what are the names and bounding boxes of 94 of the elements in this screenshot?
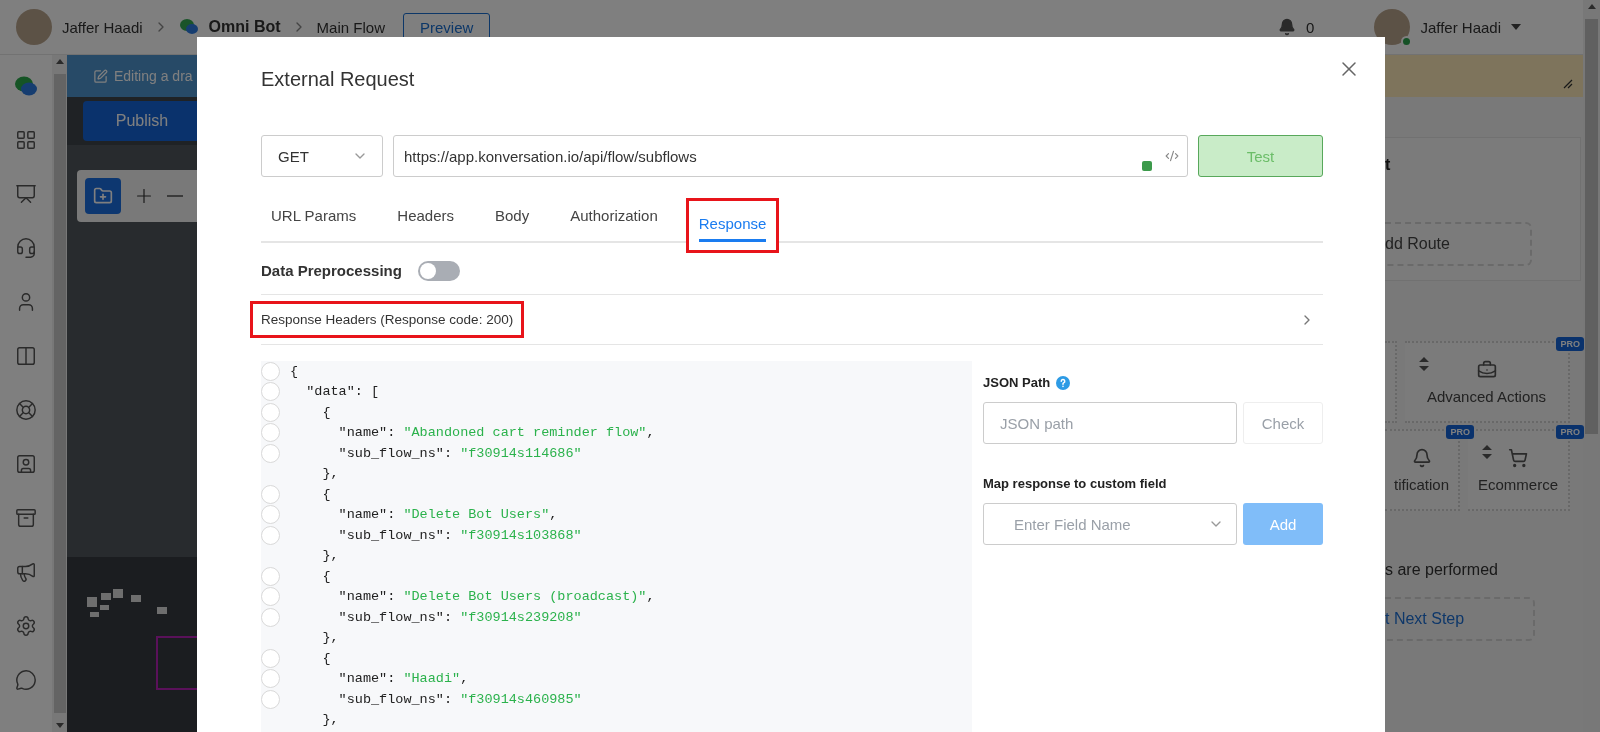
code-line: "data": [ <box>305 384 380 400</box>
code-line: "name": "Abandoned cart reminder flow", <box>337 425 655 441</box>
grid-icon[interactable] <box>15 129 37 151</box>
note-text: s are performed <box>1385 560 1499 580</box>
lifebuoy-icon[interactable] <box>15 399 37 421</box>
json-path-field[interactable]: JSON path <box>983 402 1237 444</box>
check-button[interactable]: Check <box>1243 402 1323 444</box>
chat-bubbles-icon <box>178 18 199 36</box>
fold-marker[interactable] <box>261 587 280 607</box>
scroll-up-icon[interactable] <box>1587 4 1596 9</box>
user-name: Jaffer Haadi <box>62 18 143 36</box>
id-card-icon[interactable] <box>15 453 37 475</box>
chat-bubbles-icon[interactable] <box>14 75 38 97</box>
presentation-chart-icon[interactable] <box>15 183 37 205</box>
code-line: }, <box>321 630 339 646</box>
notification-count: 0 <box>1306 18 1315 36</box>
code-line: "sub_flow_ns": "f30914s460985" <box>337 691 582 707</box>
scroll-down-icon[interactable] <box>55 723 64 728</box>
chat-icon[interactable] <box>15 669 37 691</box>
tile-label: Ecommerce <box>1478 475 1558 493</box>
fold-marker[interactable] <box>261 607 280 627</box>
code-line: { <box>321 404 331 420</box>
columns-icon[interactable] <box>15 345 37 367</box>
code-line: "sub_flow_ns": "f30914s103868" <box>337 527 582 543</box>
bell-icon[interactable] <box>1278 18 1297 36</box>
fold-marker[interactable] <box>261 525 280 545</box>
megaphone-icon[interactable] <box>15 561 37 583</box>
help-icon <box>1056 375 1071 390</box>
fold-marker[interactable] <box>261 566 280 586</box>
code-line: { <box>321 486 331 502</box>
scroll-up-icon[interactable] <box>55 59 64 64</box>
resize-handle-icon <box>1563 79 1573 89</box>
tile-label: Advanced Actions <box>1426 387 1547 405</box>
url-field[interactable]: https://app.konversation.io/api/flow/subflows <box>393 135 1188 177</box>
code-line: "name": "Haadi", <box>337 671 469 687</box>
toggle-switch[interactable] <box>417 260 460 281</box>
edit-icon <box>93 68 108 84</box>
pro-badge: PRO <box>1446 425 1474 439</box>
scrollbar-thumb[interactable] <box>1585 19 1598 434</box>
add-folder-button[interactable] <box>85 178 121 214</box>
response-headers-label: Response Headers (Response code: 200) <box>250 301 525 338</box>
tile-label: tification <box>1394 475 1449 493</box>
code-line: }, <box>321 548 339 564</box>
tab[interactable]: Response <box>685 198 780 253</box>
code-line: "name": "Delete Bot Users", <box>337 507 558 523</box>
fold-marker[interactable] <box>261 505 280 525</box>
draft-text: Editing a dra <box>114 68 193 84</box>
caret-down-icon[interactable] <box>1511 24 1521 30</box>
pro-badge: PRO <box>1556 425 1584 439</box>
action-tile[interactable] <box>1385 341 1397 423</box>
code-line: "sub_flow_ns": "f30914s114686" <box>337 445 582 461</box>
status-indicator <box>1142 161 1152 171</box>
archive-icon[interactable] <box>15 507 37 529</box>
bell-icon <box>1411 447 1432 468</box>
flow-name: Main Flow <box>316 18 385 36</box>
settings-icon[interactable] <box>15 615 37 637</box>
cart-icon <box>1508 447 1528 468</box>
card-heading: t <box>1385 156 1392 174</box>
code-icon <box>1165 149 1179 163</box>
fold-marker[interactable] <box>261 382 280 402</box>
bot-name: Omni Bot <box>208 18 281 36</box>
method-select[interactable]: GET <box>261 135 383 177</box>
folder-plus-icon <box>93 186 113 206</box>
briefcase-icon <box>1476 359 1497 380</box>
map-field-label: Map response to custom field <box>983 476 1167 491</box>
add-button[interactable]: Add <box>1243 503 1323 545</box>
code-line: "name": "Delete Bot Users (broadcast)", <box>337 589 655 605</box>
json-path-label: JSON Path <box>983 375 1051 390</box>
avatar <box>16 9 52 45</box>
sort-arrows-icon <box>1482 445 1492 459</box>
minus-icon <box>167 195 183 197</box>
fold-marker[interactable] <box>261 402 280 422</box>
fold-marker[interactable] <box>261 669 280 689</box>
code-line: { <box>321 568 331 584</box>
fold-marker[interactable] <box>261 689 280 709</box>
fold-marker[interactable] <box>261 443 280 463</box>
online-dot <box>1401 36 1413 47</box>
code-line: "sub_flow_ns": "f30914s239208" <box>337 609 582 625</box>
fold-marker[interactable] <box>261 423 280 443</box>
code-line: { <box>321 650 331 666</box>
fold-marker[interactable] <box>261 648 280 668</box>
fold-marker[interactable] <box>261 484 280 504</box>
field-name-select[interactable]: Enter Field Name <box>983 503 1237 545</box>
code-line: }, <box>321 712 339 728</box>
account-name[interactable]: Jaffer Haadi <box>1420 18 1501 36</box>
scrollbar-thumb[interactable] <box>53 74 66 713</box>
code-line: }, <box>321 466 339 482</box>
code-line: { <box>290 363 299 379</box>
headset-icon[interactable] <box>15 237 37 259</box>
preprocessing-label: Data Preprocessing <box>261 262 402 279</box>
sort-arrows-icon <box>1419 357 1429 371</box>
pro-badge: PRO <box>1556 337 1584 351</box>
fold-marker[interactable] <box>261 361 280 381</box>
dialog-title: External Request <box>261 67 416 91</box>
